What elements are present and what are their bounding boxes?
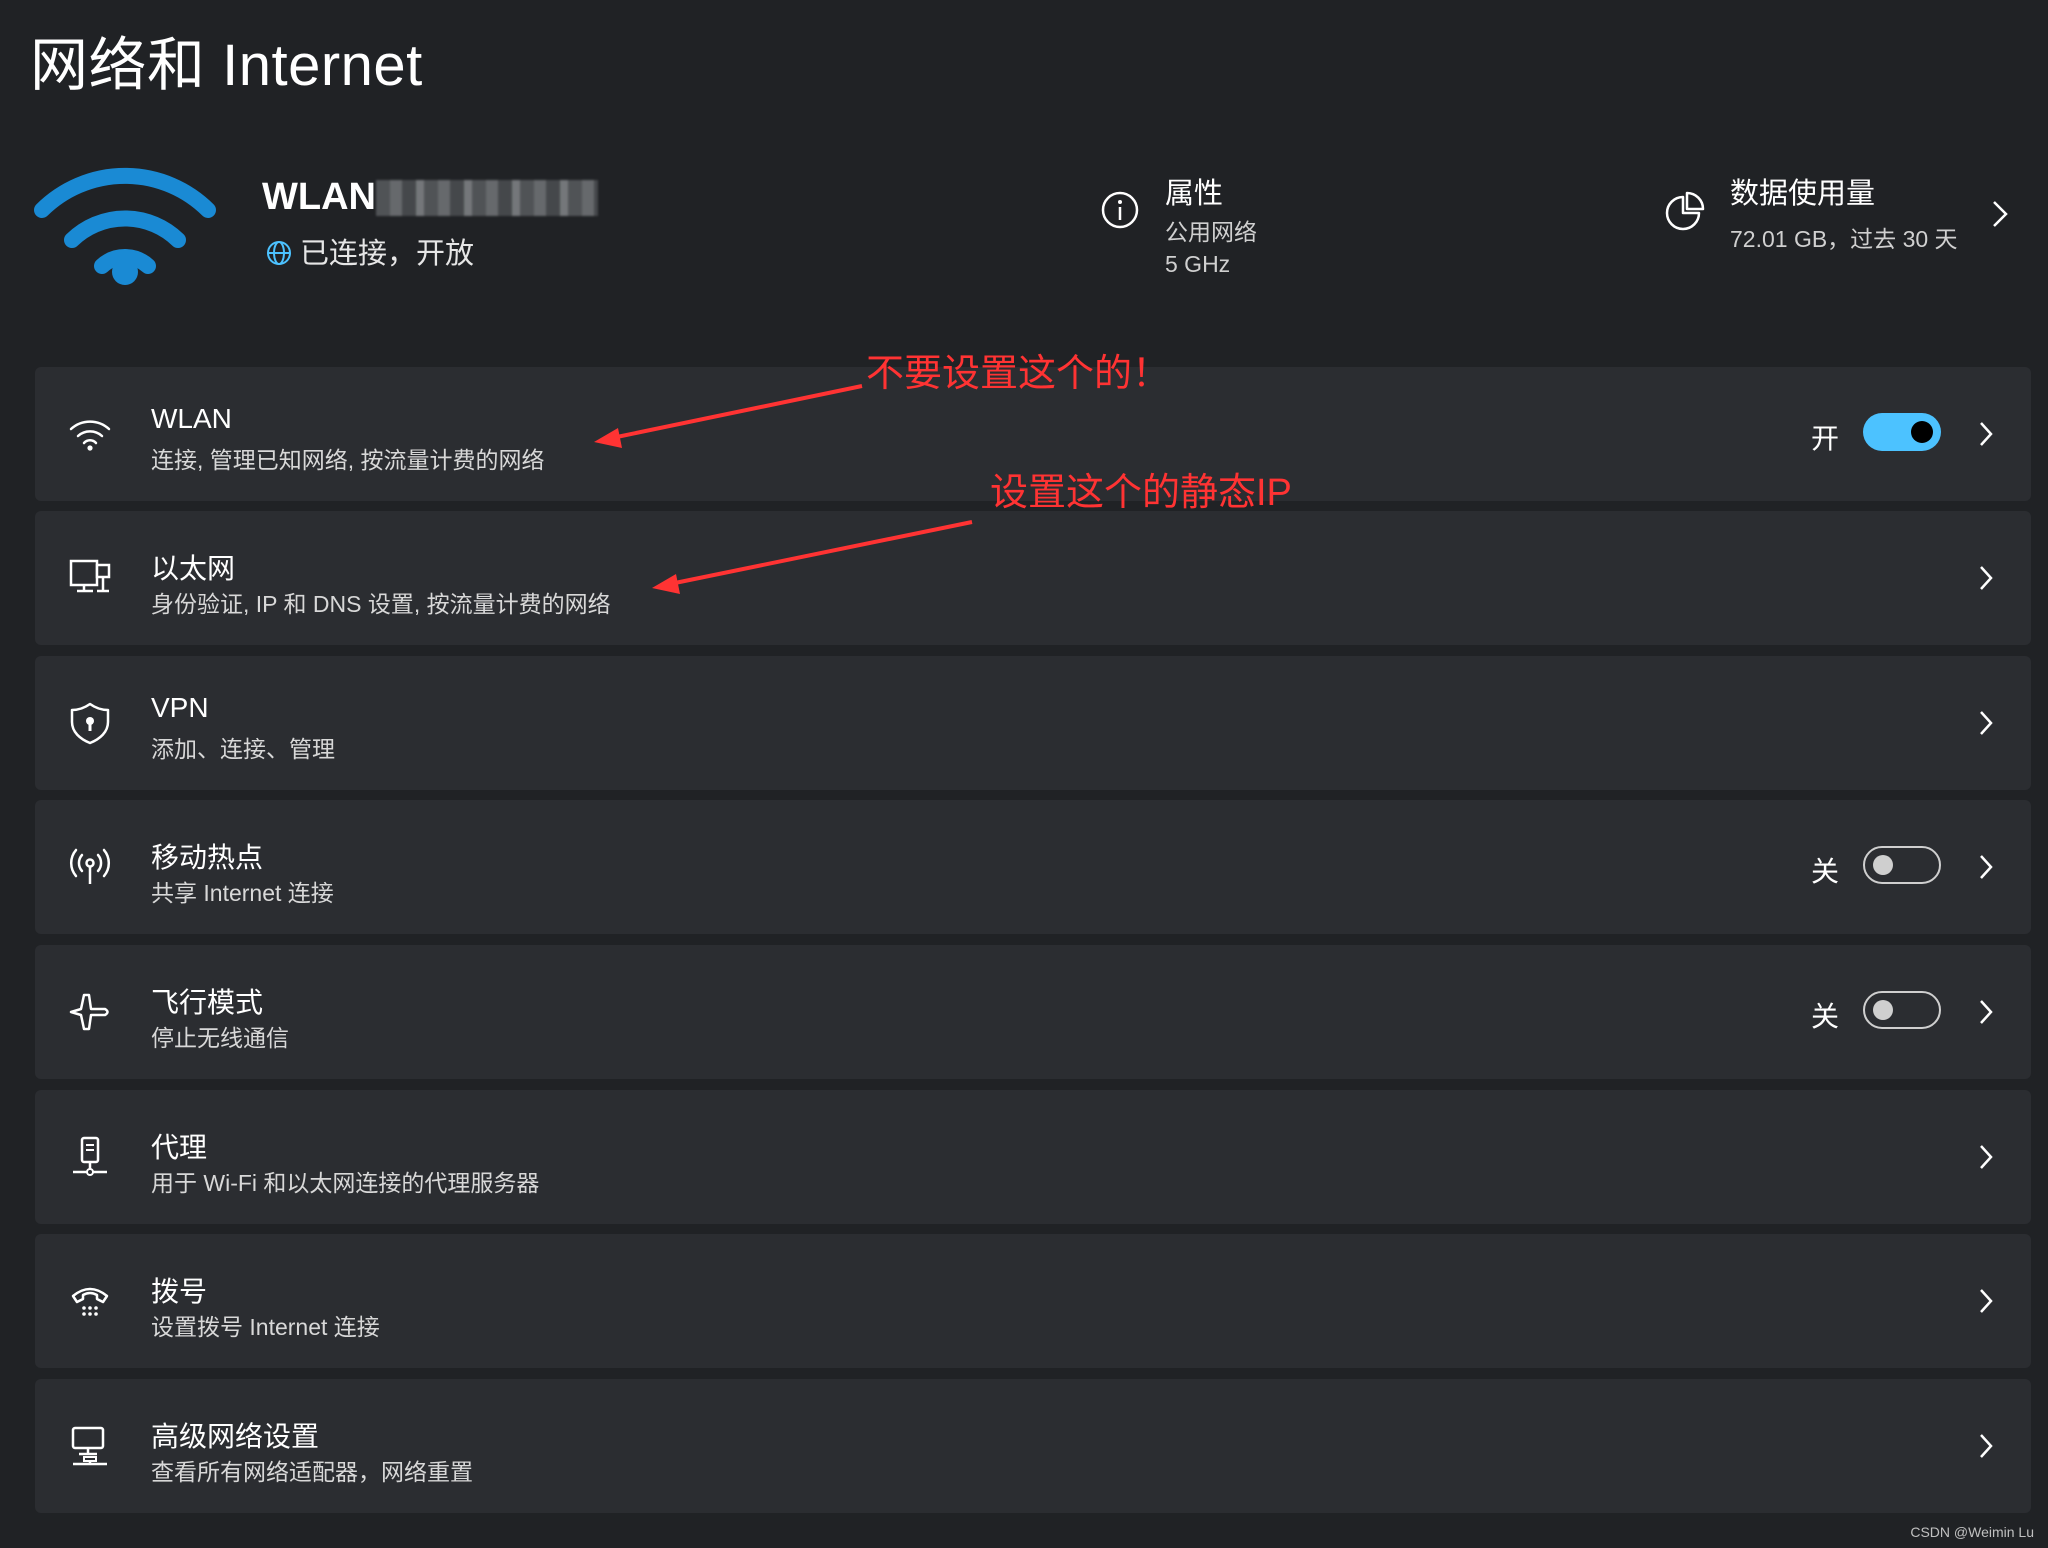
item-subtitle: 停止无线通信: [151, 1025, 289, 1051]
chevron-right-icon: [1980, 711, 1993, 735]
item-subtitle: 身份验证, IP 和 DNS 设置, 按流量计费的网络: [151, 591, 611, 617]
item-subtitle: 连接, 管理已知网络, 按流量计费的网络: [151, 447, 545, 473]
item-subtitle: 添加、连接、管理: [151, 736, 335, 762]
ethernet-settings-item[interactable]: 以太网 身份验证, IP 和 DNS 设置, 按流量计费的网络: [35, 511, 2031, 645]
chevron-right-icon: [1980, 1000, 1993, 1024]
proxy-icon: [73, 1136, 107, 1176]
proxy-settings-item[interactable]: 代理 用于 Wi-Fi 和以太网连接的代理服务器: [35, 1090, 2031, 1224]
vpn-shield-icon: [70, 702, 110, 745]
page-title: 网络和 Internet: [30, 33, 423, 98]
redacted-ssid: [376, 180, 598, 216]
toggle-knob: [1873, 1000, 1893, 1020]
advanced-network-item[interactable]: 高级网络设置 查看所有网络适配器，网络重置: [35, 1379, 2031, 1513]
data-usage-title: 数据使用量: [1730, 178, 1876, 210]
connected-network-name: WLAN: [262, 176, 376, 218]
item-title: 代理: [151, 1132, 208, 1163]
item-subtitle: 共享 Internet 连接: [151, 880, 334, 906]
airplane-icon: [69, 993, 109, 1031]
item-title: VPN: [151, 692, 209, 723]
connection-status: 已连接，开放: [266, 230, 474, 272]
info-icon: [1101, 191, 1139, 229]
hotspot-toggle[interactable]: [1863, 846, 1941, 884]
chevron-right-icon: [1980, 1145, 1993, 1169]
wifi-icon: [69, 420, 111, 451]
globe-icon: [267, 241, 291, 265]
item-title: 以太网: [151, 553, 236, 584]
chevron-right-icon: [1980, 1289, 1993, 1313]
hotspot-icon: [69, 848, 111, 884]
item-title: WLAN: [151, 403, 232, 434]
toggle-knob: [1911, 421, 1933, 443]
wifi-large-icon: [34, 167, 216, 285]
toggle-knob: [1873, 855, 1893, 875]
item-subtitle: 设置拨号 Internet 连接: [151, 1314, 380, 1340]
pie-chart-icon: [1665, 191, 1705, 231]
wlan-toggle[interactable]: [1863, 413, 1941, 451]
chevron-right-icon[interactable]: [1990, 198, 2010, 230]
airplane-toggle[interactable]: [1863, 991, 1941, 1029]
watermark: CSDN @Weimin Lu: [1910, 1524, 2034, 1540]
connection-header: WLAN 已连接，开放 属性 公用网络 5 GHz 数据使用量 72.01 GB…: [0, 140, 2048, 300]
dialup-icon: [71, 1287, 109, 1316]
mobile-hotspot-item[interactable]: 移动热点 共享 Internet 连接 关: [35, 800, 2031, 934]
item-title: 高级网络设置: [151, 1421, 320, 1452]
dialup-settings-item[interactable]: 拨号 设置拨号 Internet 连接: [35, 1234, 2031, 1368]
network-band: 5 GHz: [1165, 251, 1231, 277]
advanced-network-icon: [71, 1426, 107, 1466]
toggle-state-label: 关: [1811, 856, 1840, 887]
connection-status-text: 已连接，开放: [300, 238, 475, 270]
toggle-state-label: 关: [1811, 1001, 1840, 1032]
properties-details: 公用网络 5 GHz: [1165, 216, 1257, 280]
chevron-right-icon: [1980, 422, 1993, 446]
item-subtitle: 用于 Wi-Fi 和以太网连接的代理服务器: [151, 1170, 540, 1196]
chevron-right-icon: [1980, 855, 1993, 879]
chevron-right-icon: [1980, 1434, 1993, 1458]
properties-title: 属性: [1165, 178, 1224, 210]
toggle-state-label: 开: [1811, 423, 1840, 454]
vpn-settings-item[interactable]: VPN 添加、连接、管理: [35, 656, 2031, 790]
network-profile: 公用网络: [1165, 219, 1257, 245]
airplane-mode-item[interactable]: 飞行模式 停止无线通信 关: [35, 945, 2031, 1079]
item-title: 拨号: [151, 1276, 208, 1307]
annotation-wlan-note: 不要设置这个的！: [866, 353, 1171, 395]
data-usage-detail: 72.01 GB，过去 30 天: [1730, 226, 1958, 252]
annotation-ethernet-note: 设置这个的静态IP: [990, 472, 1292, 514]
chevron-right-icon: [1980, 566, 1993, 590]
ethernet-icon: [69, 559, 111, 593]
item-subtitle: 查看所有网络适配器，网络重置: [151, 1459, 473, 1485]
item-title: 移动热点: [151, 842, 264, 873]
item-title: 飞行模式: [151, 987, 264, 1018]
